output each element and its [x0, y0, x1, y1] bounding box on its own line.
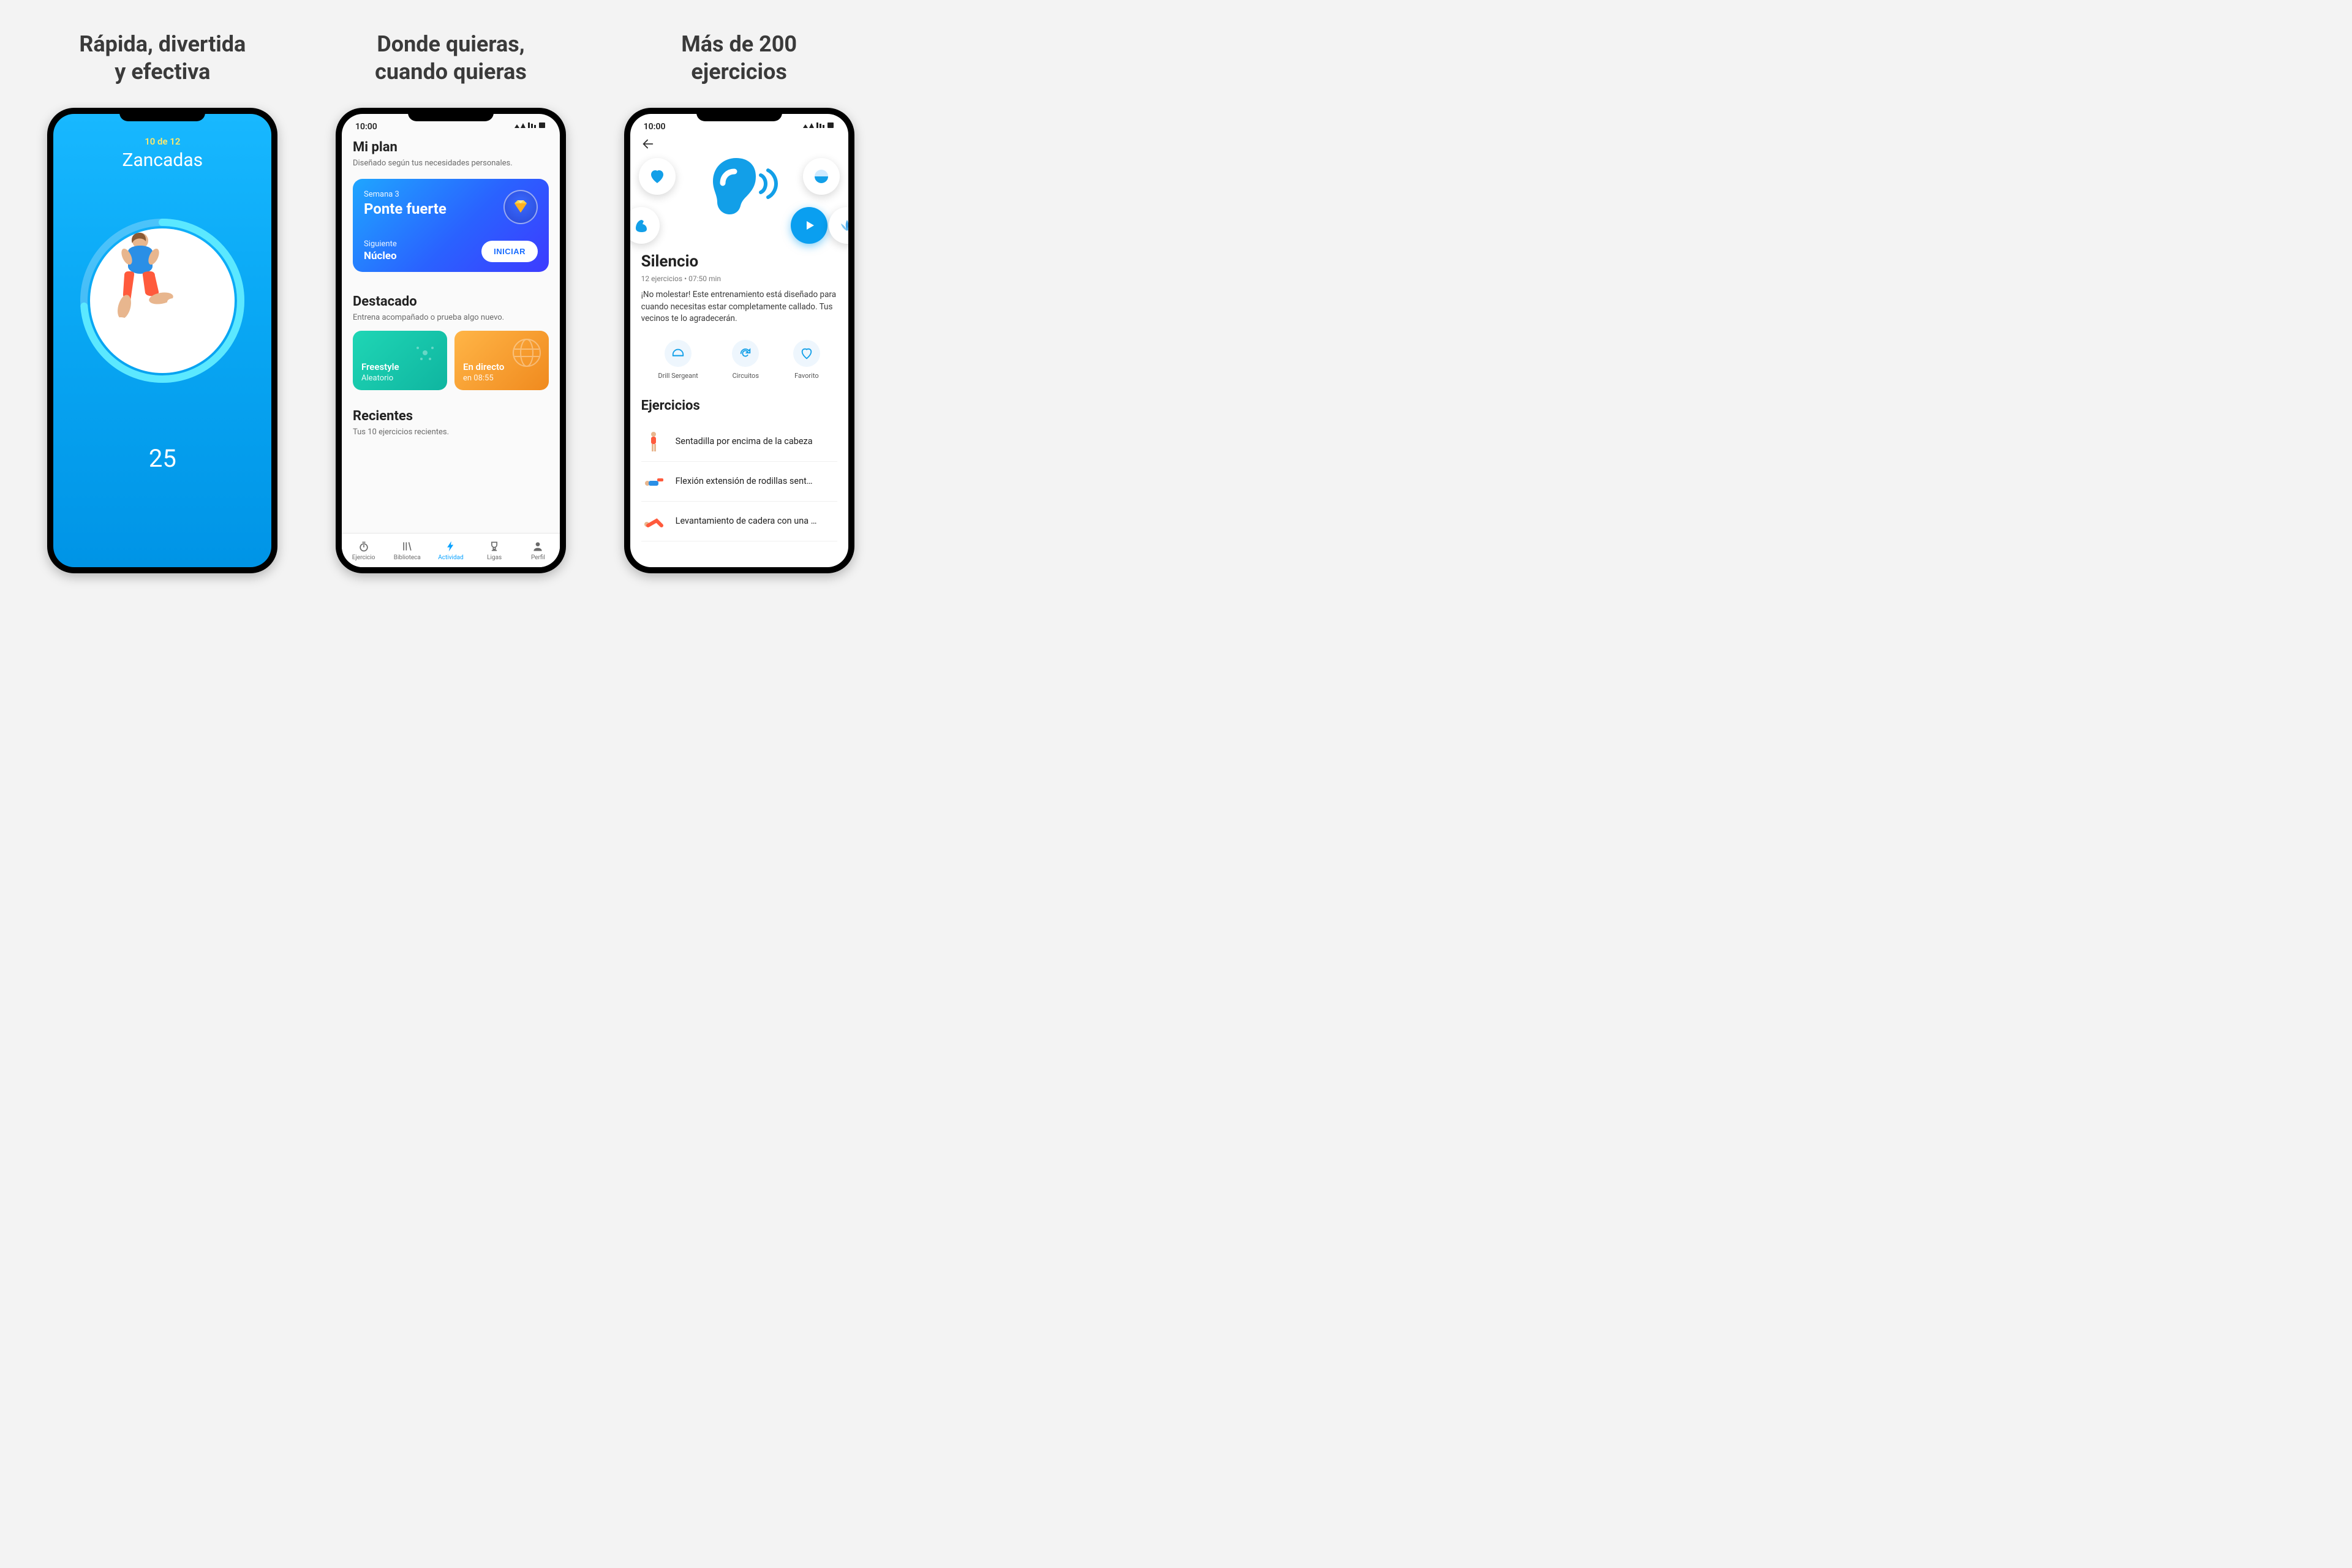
workout-meta: 12 ejercicios • 07:50 min [641, 274, 837, 283]
my-plan-title: Mi plan [353, 140, 549, 155]
featured-card-live[interactable]: En directo en 08:55 [454, 331, 549, 390]
play-chip-icon[interactable] [791, 207, 827, 244]
tab-label: Biblioteca [394, 554, 421, 561]
tab-bar: Ejercicio Biblioteca Actividad Ligas [342, 533, 560, 567]
exercise-thumb-icon [641, 429, 666, 454]
refresh-icon [732, 340, 759, 367]
exercise-name: Zancadas [123, 149, 203, 171]
workout-screen: 10 de 12 Zancadas [53, 114, 271, 567]
featured-card-freestyle[interactable]: Freestyle Aleatorio [353, 331, 447, 390]
plan-card[interactable]: Semana 3 Ponte fuerte Siguiente Núcleo I… [353, 179, 549, 272]
lotus-chip-icon [829, 207, 848, 244]
promo-column-1: Rápida, divertida y efectiva 10 de 12 Za… [34, 31, 291, 601]
tab-biblioteca[interactable]: Biblioteca [385, 533, 429, 567]
progress-ring [78, 216, 247, 385]
gem-icon [503, 190, 538, 224]
exercise-step-counter: 10 de 12 [123, 136, 203, 147]
workout-description: ¡No molestar! Este entrenamiento está di… [641, 289, 837, 325]
exercise-label: Sentadilla por encima de la cabeza [676, 436, 837, 447]
action-favorite[interactable]: Favorito [793, 340, 820, 380]
tab-ligas[interactable]: Ligas [473, 533, 516, 567]
status-icons [514, 122, 546, 132]
exercise-row[interactable]: Levantamiento de cadera con una … [641, 502, 837, 541]
globe-icon [507, 333, 546, 372]
sparkle-icon [407, 334, 443, 371]
phone-frame-3: 10:00 [624, 108, 854, 573]
person-icon [532, 540, 544, 552]
status-bar: 10:00 [630, 114, 848, 134]
hero-icon-cluster [641, 156, 837, 241]
tab-label: Ejercicio [352, 554, 375, 561]
promo-column-3: Más de 200 ejercicios 10:00 [611, 31, 868, 601]
tab-actividad[interactable]: Actividad [429, 533, 472, 567]
bolt-icon [445, 540, 457, 552]
tab-perfil[interactable]: Perfil [516, 533, 560, 567]
rep-counter: 25 [149, 444, 176, 473]
status-time: 10:00 [355, 122, 377, 132]
exercise-label: Levantamiento de cadera con una … [676, 516, 837, 526]
action-label: Favorito [793, 372, 820, 380]
stopwatch-icon [358, 540, 370, 552]
action-label: Circuitos [732, 372, 759, 380]
helmet-icon [665, 340, 692, 367]
start-button[interactable]: INICIAR [481, 241, 538, 262]
muscle-chip-icon [630, 207, 660, 244]
exercise-row[interactable]: Flexión extensión de rodillas sent… [641, 462, 837, 502]
recent-subtitle: Tus 10 ejercicios recientes. [353, 428, 549, 437]
exercises-section-title: Ejercicios [641, 398, 837, 413]
heart-chip-icon [639, 158, 676, 195]
featured-card-sub: en 08:55 [463, 374, 540, 383]
featured-title: Destacado [353, 294, 549, 309]
plan-screen: 10:00 Mi plan Diseñado según tus necesid… [342, 114, 560, 567]
headline-1: Rápida, divertida y efectiva [79, 31, 246, 86]
workout-title: Silencio [641, 252, 837, 271]
status-icons [803, 122, 835, 132]
workout-detail-screen: 10:00 [630, 114, 848, 567]
action-label: Drill Sergeant [658, 372, 698, 380]
featured-subtitle: Entrena acompañado o prueba algo nuevo. [353, 313, 549, 322]
promo-column-2: Donde quieras, cuando quieras 10:00 Mi p… [322, 31, 579, 601]
arrow-left-icon [641, 137, 655, 151]
exercise-label: Flexión extensión de rodillas sent… [676, 476, 837, 486]
status-time: 10:00 [644, 122, 666, 132]
heart-outline-icon [793, 340, 820, 367]
tab-label: Perfil [531, 554, 545, 561]
water-chip-icon [803, 158, 840, 195]
back-button[interactable] [641, 137, 655, 154]
recent-title: Recientes [353, 409, 549, 424]
exercise-row[interactable]: Sentadilla por encima de la cabeza [641, 422, 837, 462]
phone-frame-1: 10 de 12 Zancadas [47, 108, 277, 573]
library-icon [401, 540, 413, 552]
tab-label: Actividad [438, 554, 463, 561]
my-plan-subtitle: Diseñado según tus necesidades personale… [353, 159, 549, 168]
tab-ejercicio[interactable]: Ejercicio [342, 533, 385, 567]
exercise-thumb-icon [641, 469, 666, 494]
action-drill-sergeant[interactable]: Drill Sergeant [658, 340, 698, 380]
trophy-icon [488, 540, 500, 552]
headline-3: Más de 200 ejercicios [681, 31, 797, 86]
exercise-thumb-icon [641, 509, 666, 533]
status-bar: 10:00 [342, 114, 560, 134]
headline-2: Donde quieras, cuando quieras [375, 31, 527, 86]
featured-card-sub: Aleatorio [361, 374, 439, 383]
tab-label: Ligas [487, 554, 502, 561]
action-circuits[interactable]: Circuitos [732, 340, 759, 380]
phone-frame-2: 10:00 Mi plan Diseñado según tus necesid… [336, 108, 566, 573]
ear-icon [699, 151, 779, 233]
